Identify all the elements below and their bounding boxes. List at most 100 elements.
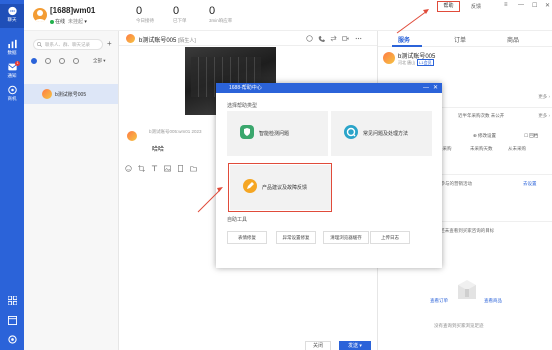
video-icon[interactable] — [342, 35, 349, 42]
phone-icon[interactable] — [318, 35, 325, 42]
view-orders-link[interactable]: 查看订单 — [430, 298, 448, 304]
rail-item-chat[interactable]: 聊天 — [0, 4, 24, 28]
filter-chat-icon[interactable] — [31, 58, 37, 64]
online-dot — [50, 19, 54, 24]
marketing-setup-link[interactable]: 去设置 — [523, 181, 537, 187]
chevron-down-icon: ▾ — [84, 19, 87, 25]
account-status[interactable]: 在线 未挂起 ▾ — [50, 18, 87, 25]
rail-label-notify: 通知 — [7, 73, 17, 78]
chat-contact-tag: [陌生人] — [178, 38, 196, 44]
account-avatar[interactable] — [33, 8, 47, 22]
image-icon[interactable] — [164, 165, 171, 172]
close-icon[interactable]: ✕ — [545, 2, 550, 9]
tab-indicator — [392, 45, 422, 47]
purchase-count: 近半年采购次数 未公开 — [458, 113, 505, 118]
feedback-link[interactable]: 反馈 — [471, 3, 481, 10]
chat-header: b测试账号005 [陌生人] — [119, 31, 377, 46]
emoji-header-icon[interactable] — [306, 35, 313, 42]
emoji-icon[interactable] — [125, 165, 132, 172]
chat-contact-name: b测试账号005 [陌生人] — [139, 35, 196, 44]
stat-ordered-caption: 已下单 — [173, 18, 187, 23]
tool-upload-log-button[interactable]: 上传日志 — [370, 231, 410, 244]
tab-goods[interactable]: 商品 — [507, 35, 519, 44]
account-name: [1688]wm01 — [50, 6, 96, 15]
rail-item-opportunity[interactable]: 商机 — [0, 83, 24, 105]
menu-icon[interactable]: ≡ — [504, 2, 508, 8]
filter-group-icon[interactable] — [73, 58, 79, 64]
maximize-icon[interactable]: ☐ — [532, 2, 537, 9]
filter-unread-icon[interactable] — [45, 58, 51, 64]
more-link-2[interactable]: 更多 › — [538, 113, 550, 119]
feedback-highlight-box — [228, 163, 332, 212]
window-icon — [7, 316, 17, 325]
card-faq-label: 常见问题及处理方法 — [363, 131, 409, 137]
contact-avatar — [42, 89, 52, 99]
minimize-icon[interactable]: — — [518, 2, 524, 8]
buyer-location-text: 河北 唐山 — [398, 60, 416, 65]
text-format-icon[interactable] — [151, 165, 158, 172]
apps-grid-button[interactable] — [0, 295, 24, 307]
contact-row[interactable]: b测试账号005 — [24, 84, 118, 104]
card-smart-detect[interactable]: 智能检测问题 — [227, 111, 328, 156]
more-link-1-label: 更多 — [538, 94, 548, 99]
buyer-location: 河北 唐山 L1会员 — [398, 59, 434, 66]
question-icon — [344, 125, 358, 139]
card-faq[interactable]: 常见问题及处理方法 — [331, 111, 432, 156]
dialog-titlebar: 1688-帮助中心 — ✕ — [216, 83, 442, 93]
more-link-1[interactable]: 更多 › — [538, 94, 550, 100]
filter-star-icon[interactable] — [59, 58, 65, 64]
empty-box-icon — [456, 277, 478, 305]
stat-response-caption: 3min响应率 — [209, 18, 233, 23]
dialog-close-icon[interactable]: ✕ — [433, 83, 438, 93]
rail-label-data: 数据 — [7, 50, 17, 55]
dialog-minimize-icon[interactable]: — — [423, 83, 429, 93]
stat-response-value: 0 — [209, 5, 216, 17]
more-options-icon[interactable] — [355, 35, 362, 42]
send-button[interactable]: 发送 ▾ — [339, 341, 371, 350]
top-header: [1688]wm01 在线 未挂起 ▾ 0 今日接待 0 已下单 0 3min响应… — [24, 0, 552, 31]
folder-icon[interactable] — [190, 165, 197, 172]
rail-item-notify[interactable]: 1 通知 — [0, 60, 24, 82]
dialog-subtitle: 选择帮助类型 — [227, 103, 258, 109]
close-chat-button[interactable]: 关闭 — [305, 341, 331, 350]
tag-edit-button[interactable]: ☐ 回档 — [524, 133, 538, 139]
filter-all[interactable]: 全部 ▾ — [93, 58, 106, 64]
add-contact-button[interactable]: + — [107, 39, 112, 48]
stat-never: 从未采购 — [508, 146, 526, 151]
stat-ordered: 0 已下单 — [173, 5, 187, 24]
stat-ordered-value: 0 — [173, 5, 180, 17]
data-icon — [7, 39, 17, 49]
empty-footprint-text: 没有查询到买家浏览足迹 — [434, 323, 484, 328]
search-input[interactable]: 联系人、群、聊天记录 — [33, 39, 103, 50]
transfer-icon[interactable] — [330, 35, 337, 42]
file-icon[interactable] — [177, 165, 184, 172]
tool-clear-cache-button[interactable]: 清理浏览器缓存 — [323, 231, 369, 244]
buyer-avatar — [383, 52, 395, 64]
tool-settings-repair-button[interactable]: 异常设置修复 — [276, 231, 316, 244]
tab-orders[interactable]: 订单 — [454, 35, 466, 44]
left-rail: 聊天 数据 1 通知 商机 — [0, 0, 24, 350]
settings-button[interactable] — [0, 335, 24, 346]
screenshot-icon[interactable] — [138, 165, 145, 172]
send-label: 发送 — [348, 343, 359, 349]
stat-days: 未采购天数 — [470, 146, 493, 151]
stat-today: 0 今日接待 — [136, 5, 154, 24]
window-button[interactable] — [0, 316, 24, 327]
message-avatar — [127, 131, 137, 141]
more-link-2-label: 更多 — [538, 113, 548, 118]
view-goods-link[interactable]: 查看商品 — [484, 298, 502, 304]
tool-emoji-repair-button[interactable]: 表情修复 — [227, 231, 267, 244]
tab-service[interactable]: 服务 — [398, 35, 410, 44]
annotation-arrow-help — [396, 9, 429, 34]
help-button[interactable]: 帮助 — [437, 1, 460, 12]
stat-today-caption: 今日接待 — [136, 18, 154, 23]
tag-manage-button[interactable]: ⊕ 修改设置 — [473, 133, 496, 139]
rail-item-data[interactable]: 数据 — [0, 37, 24, 59]
contact-list-panel: 联系人、群、聊天记录 + 全部 ▾ b测试账号005 — [24, 31, 119, 350]
contact-filters: 全部 ▾ — [29, 58, 114, 66]
dialog-title: 1688-帮助中心 — [229, 85, 262, 91]
search-icon — [37, 42, 42, 47]
status-text: 在线 — [55, 19, 66, 25]
settings-icon — [7, 335, 17, 344]
annotation-arrow-feedback — [197, 187, 223, 213]
